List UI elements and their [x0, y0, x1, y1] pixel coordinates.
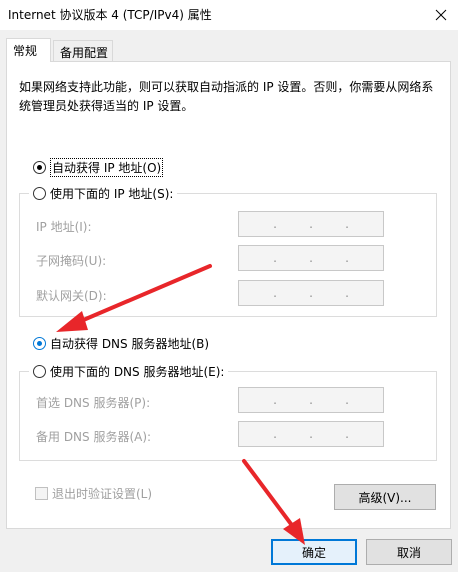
alternate-dns-label: 备用 DNS 服务器(A): — [36, 430, 152, 444]
tab-alternate-configuration[interactable]: 备用配置 — [53, 40, 113, 61]
auto-dns-option[interactable]: 自动获得 DNS 服务器地址(B) — [33, 335, 209, 352]
title-bar: Internet 协议版本 4 (TCP/IPv4) 属性 — [0, 0, 458, 30]
manual-ip-option[interactable]: 使用下面的 IP 地址(S): — [29, 185, 178, 202]
close-icon — [435, 9, 447, 21]
auto-ip-radio[interactable] — [33, 161, 46, 174]
subnet-mask-label: 子网掩码(U): — [36, 254, 107, 268]
validate-on-exit-label: 退出时验证设置(L) — [52, 487, 153, 501]
ip-address-label: IP 地址(I): — [36, 220, 92, 234]
manual-ip-label: 使用下面的 IP 地址(S): — [50, 187, 174, 201]
manual-dns-option[interactable]: 使用下面的 DNS 服务器地址(E): — [29, 363, 229, 380]
auto-dns-label: 自动获得 DNS 服务器地址(B) — [50, 337, 210, 351]
preferred-dns-input[interactable]: ... — [238, 387, 384, 413]
ok-button[interactable]: 确定 — [271, 539, 357, 565]
window-title: Internet 协议版本 4 (TCP/IPv4) 属性 — [8, 8, 212, 22]
auto-ip-option[interactable]: 自动获得 IP 地址(O) — [33, 158, 164, 177]
subnet-mask-input[interactable]: ... — [238, 245, 384, 271]
close-button[interactable] — [424, 0, 458, 30]
auto-dns-radio[interactable] — [33, 337, 46, 350]
alternate-dns-input[interactable]: ... — [238, 421, 384, 447]
description-text: 如果网络支持此功能，则可以获取自动指派的 IP 设置。否则，你需要从网络系统管理… — [19, 80, 434, 113]
default-gateway-label: 默认网关(D): — [36, 289, 107, 303]
manual-ip-radio[interactable] — [33, 187, 46, 200]
preferred-dns-label: 首选 DNS 服务器(P): — [36, 396, 151, 410]
auto-ip-label: 自动获得 IP 地址(O) — [50, 158, 164, 177]
manual-dns-label: 使用下面的 DNS 服务器地址(E): — [50, 365, 225, 379]
validate-on-exit-option[interactable]: 退出时验证设置(L) — [35, 485, 152, 502]
ip-address-input[interactable]: ... — [238, 211, 384, 237]
validate-on-exit-checkbox[interactable] — [35, 487, 48, 500]
dns-server-groupbox — [19, 371, 437, 461]
cancel-button[interactable]: 取消 — [366, 539, 452, 565]
manual-dns-radio[interactable] — [33, 365, 46, 378]
default-gateway-input[interactable]: ... — [238, 280, 384, 306]
tab-general[interactable]: 常规 — [6, 38, 51, 62]
advanced-button[interactable]: 高级(V)... — [334, 484, 436, 510]
